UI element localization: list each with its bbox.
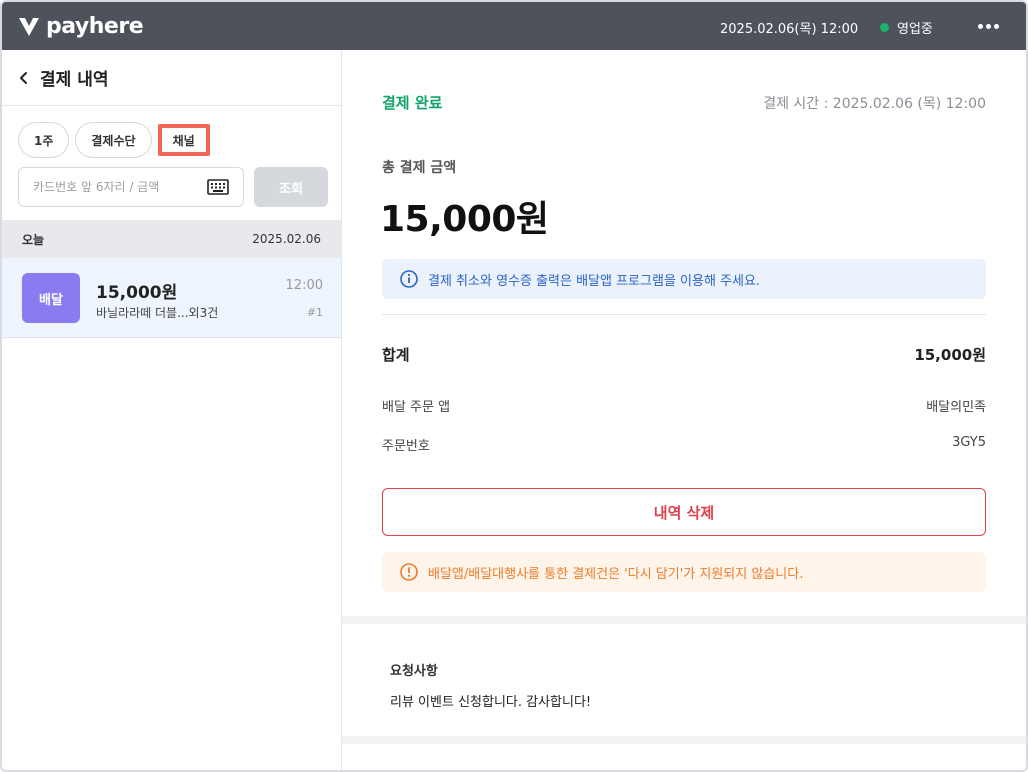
- payment-history-panel: 결제 내역 1주 결제수단 채널 조회 오늘 2: [2, 50, 342, 770]
- top-bar: payhere 2025.02.06(목) 12:00 영업중: [2, 2, 1026, 50]
- sum-row: 합계 15,000원: [382, 344, 986, 365]
- sum-label: 합계: [382, 346, 410, 364]
- filter-chips: 1주 결제수단 채널: [18, 122, 210, 158]
- total-amount: 15,000원: [380, 199, 549, 240]
- transaction-number: #1: [306, 306, 323, 319]
- order-number-row: 주문번호 3GY5: [382, 435, 986, 454]
- order-number-value: 3GY5: [952, 435, 986, 450]
- search-row: 조회: [18, 167, 328, 207]
- filter-channel-button[interactable]: 채널: [157, 124, 210, 156]
- store-status: 영업중: [880, 18, 933, 37]
- order-number-label: 주문번호: [382, 439, 430, 454]
- request-text: 리뷰 이벤트 신청합니다. 감사합니다!: [390, 695, 592, 710]
- store-status-label: 영업중: [897, 22, 933, 37]
- payment-detail-panel: 결제 완료 결제 시간 : 2025.02.06 (목) 12:00 총 결제 …: [342, 50, 1026, 770]
- payment-status: 결제 완료: [382, 94, 443, 112]
- search-input[interactable]: [33, 180, 203, 194]
- payment-time: 결제 시간 : 2025.02.06 (목) 12:00: [763, 96, 986, 112]
- info-notice-text: 결제 취소와 영수증 출력은 배달앱 프로그램을 이용해 주세요.: [428, 273, 761, 289]
- warning-icon: [400, 563, 418, 581]
- info-icon: [400, 270, 418, 288]
- delete-history-button[interactable]: 내역 삭제: [382, 488, 986, 536]
- channel-badge: 배달: [22, 273, 80, 323]
- date-group-label: 오늘: [22, 232, 45, 247]
- delivery-app-label: 배달 주문 앱: [382, 400, 451, 415]
- keyboard-icon[interactable]: [207, 179, 229, 195]
- current-datetime: 2025.02.06(목) 12:00: [720, 22, 859, 37]
- sum-value: 15,000원: [914, 346, 986, 364]
- delivery-app-value: 배달의민족: [926, 400, 986, 415]
- section-divider-bottom: [342, 736, 1026, 744]
- section-divider: [342, 616, 1026, 624]
- filter-period-button[interactable]: 1주: [18, 122, 70, 158]
- transaction-description: 바닐라라떼 더블...외3건: [96, 306, 219, 320]
- transaction-amount: 15,000원: [96, 283, 178, 303]
- brand-logo: payhere: [18, 12, 144, 40]
- back-chevron-icon[interactable]: [16, 70, 32, 86]
- search-box: [18, 167, 244, 207]
- warning-notice: 배달앱/배달대행사를 통한 결제건은 '다시 담기'가 지원되지 않습니다.: [382, 552, 986, 592]
- request-title: 요청사항: [390, 664, 438, 679]
- divider: [382, 314, 986, 315]
- status-dot-icon: [880, 23, 889, 32]
- delivery-app-row: 배달 주문 앱 배달의민족: [382, 396, 986, 415]
- more-menu-icon[interactable]: [974, 16, 1002, 36]
- date-group-date: 2025.02.06: [252, 232, 321, 246]
- payhere-logo-icon: [19, 18, 39, 36]
- search-button[interactable]: 조회: [254, 167, 328, 207]
- transaction-time: 12:00: [285, 278, 323, 293]
- brand-name: payhere: [46, 13, 144, 39]
- warning-notice-text: 배달앱/배달대행사를 통한 결제건은 '다시 담기'가 지원되지 않습니다.: [428, 566, 804, 582]
- total-amount-label: 총 결제 금액: [382, 160, 457, 176]
- panel-title: 결제 내역: [40, 70, 109, 90]
- transaction-list-item[interactable]: 배달 15,000원 바닐라라떼 더블...외3건 12:00 #1: [2, 258, 341, 338]
- filter-payment-method-button[interactable]: 결제수단: [75, 122, 152, 158]
- date-group-header: 오늘 2025.02.06: [2, 220, 341, 258]
- panel-header: 결제 내역: [2, 50, 341, 106]
- info-notice: 결제 취소와 영수증 출력은 배달앱 프로그램을 이용해 주세요.: [382, 259, 986, 299]
- app-window: payhere 2025.02.06(목) 12:00 영업중 결제 내역 1주…: [0, 0, 1028, 772]
